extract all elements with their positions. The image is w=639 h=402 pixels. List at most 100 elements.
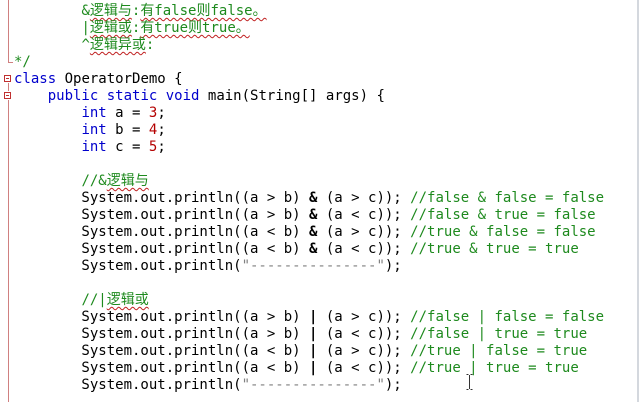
code-token: ;: [157, 105, 166, 121]
code-token: void: [165, 88, 200, 104]
code-token: );: [384, 377, 402, 393]
code-token: 有true则true。: [140, 20, 250, 36]
code-token: ;: [157, 122, 166, 138]
code-token: main(String[] args) {: [199, 88, 385, 104]
code-token: static: [106, 88, 158, 104]
code-token: 逻辑或: [106, 292, 149, 308]
code-token: public: [47, 88, 99, 104]
code-token: System.out.println((a < b): [14, 360, 310, 376]
code-token: (a > c));: [317, 190, 411, 206]
code-token: System.out.println((a > b): [14, 309, 310, 325]
code-line[interactable]: System.out.println("---------------");: [14, 377, 402, 394]
fold-collapse-icon[interactable]: [4, 92, 11, 99]
code-line[interactable]: System.out.println((a > b) | (a > c)); /…: [14, 309, 604, 326]
code-token: //true & true = true: [410, 241, 579, 257]
code-token: c =: [106, 139, 149, 155]
code-line[interactable]: //&逻辑与: [14, 173, 149, 190]
text-cursor-icon: [466, 374, 473, 390]
code-token: (a > c));: [317, 343, 411, 359]
code-token: 逻辑与: [106, 173, 149, 189]
code-token: System.out.println((a > b): [14, 326, 310, 342]
code-line[interactable]: System.out.println((a > b) & (a < c)); /…: [14, 207, 596, 224]
code-token: //false & false = false: [410, 190, 605, 206]
code-token: |: [81, 20, 90, 36]
code-token: int: [81, 139, 107, 155]
code-token: int: [81, 105, 107, 121]
code-token: 逻辑异或: [89, 37, 146, 53]
fold-gutter: [0, 0, 13, 402]
code-token: OperatorDemo {: [56, 71, 183, 87]
code-token: (a < c));: [317, 241, 411, 257]
code-line[interactable]: System.out.println((a < b) & (a > c)); /…: [14, 224, 596, 241]
code-token: "---------------": [241, 258, 385, 274]
code-token: (a < c));: [317, 360, 411, 376]
class-fold-line: [8, 83, 9, 91]
code-line[interactable]: System.out.println((a < b) | (a > c)); /…: [14, 343, 587, 360]
code-line[interactable]: ^逻辑异或:: [14, 37, 154, 54]
code-token: //true & false = false: [410, 224, 596, 240]
code-token: */: [14, 54, 31, 70]
code-token: a =: [106, 105, 149, 121]
code-token: System.out.println(: [14, 258, 242, 274]
code-line[interactable]: System.out.println((a > b) | (a < c)); /…: [14, 326, 587, 343]
code-token: System.out.println(: [14, 377, 242, 393]
code-token: (a > c));: [317, 309, 411, 325]
code-token: :: [145, 37, 155, 53]
code-line[interactable]: System.out.println((a < b) & (a < c)); /…: [14, 241, 579, 258]
code-token: //true | false = true: [410, 343, 588, 359]
code-line[interactable]: &逻辑与:有false则false。: [14, 3, 267, 20]
code-token: //false | false = false: [410, 309, 605, 325]
code-token: b =: [106, 122, 149, 138]
code-token: //|: [81, 292, 107, 308]
code-token: (a < c));: [317, 326, 411, 342]
code-line[interactable]: System.out.println("---------------");: [14, 258, 402, 275]
code-token: //true | true = true: [410, 360, 579, 376]
code-line[interactable]: public static void main(String[] args) {: [14, 88, 385, 105]
code-line[interactable]: System.out.println((a < b) | (a < c)); /…: [14, 360, 579, 377]
code-line[interactable]: class OperatorDemo {: [14, 71, 183, 88]
code-token: &: [81, 3, 90, 19]
comment-fold-end: [8, 62, 13, 63]
fold-collapse-icon[interactable]: [4, 75, 11, 82]
code-token: );: [384, 258, 402, 274]
code-token: //false & true = false: [410, 207, 596, 223]
code-token: int: [81, 122, 107, 138]
code-token: System.out.println((a < b): [14, 241, 310, 257]
code-line[interactable]: //|逻辑或: [14, 292, 149, 309]
comment-fold-line: [8, 0, 9, 62]
code-token: //false | true = true: [410, 326, 588, 342]
code-token: System.out.println((a < b): [14, 343, 310, 359]
code-token: System.out.println((a < b): [14, 224, 310, 240]
method-fold-line: [8, 100, 9, 402]
code-token: //&: [81, 173, 107, 189]
code-line[interactable]: int c = 5;: [14, 139, 166, 156]
code-line[interactable]: System.out.println((a > b) & (a > c)); /…: [14, 190, 604, 207]
code-token: 有false则false。: [140, 3, 267, 19]
code-line[interactable]: */: [14, 54, 31, 71]
code-token: "---------------": [241, 377, 385, 393]
code-token: class: [14, 71, 57, 87]
code-token: 逻辑或: [89, 20, 132, 36]
code-line[interactable]: int a = 3;: [14, 105, 166, 122]
code-token: System.out.println((a > b): [14, 190, 310, 206]
code-token: System.out.println((a > b): [14, 207, 310, 223]
code-editor[interactable]: &逻辑与:有false则false。 |逻辑或:有true则true。 ^逻辑异…: [0, 0, 639, 402]
code-line[interactable]: |逻辑或:有true则true。: [14, 20, 250, 37]
code-token: 逻辑与: [89, 3, 132, 19]
code-line[interactable]: int b = 4;: [14, 122, 166, 139]
code-token: ^: [81, 37, 90, 53]
code-token: ;: [157, 139, 166, 155]
code-token: (a < c));: [317, 207, 411, 223]
code-token: (a > c));: [317, 224, 411, 240]
